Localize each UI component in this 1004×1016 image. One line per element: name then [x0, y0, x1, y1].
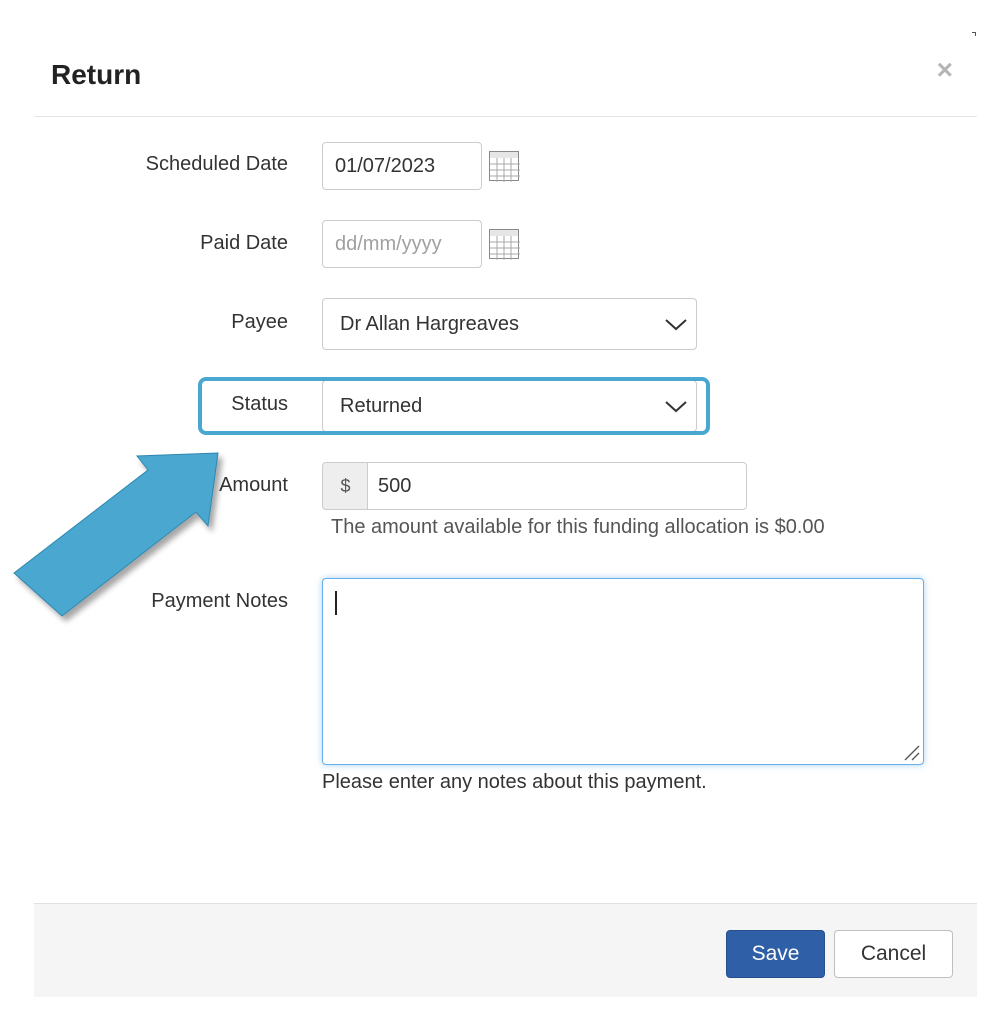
- paid-date-label: Paid Date: [200, 232, 288, 254]
- payment-notes-help-text: Please enter any notes about this paymen…: [322, 771, 707, 793]
- corner-mark: [972, 32, 976, 36]
- calendar-icon[interactable]: [489, 229, 520, 260]
- status-select[interactable]: Returned: [322, 380, 697, 432]
- payee-selected-value: Dr Allan Hargreaves: [340, 313, 519, 335]
- status-label: Status: [231, 393, 288, 415]
- payment-notes-label: Payment Notes: [151, 590, 288, 612]
- payment-notes-textarea[interactable]: [322, 578, 924, 765]
- chevron-down-icon: [665, 401, 687, 413]
- paid-date-input[interactable]: dd/mm/yyyy: [322, 220, 482, 268]
- status-selected-value: Returned: [340, 395, 423, 417]
- amount-help-text: The amount available for this funding al…: [331, 516, 825, 538]
- calendar-icon[interactable]: [489, 151, 520, 182]
- payee-select[interactable]: Dr Allan Hargreaves: [322, 298, 697, 350]
- dialog-title: Return: [51, 59, 142, 90]
- amount-input[interactable]: 500: [367, 462, 747, 510]
- close-icon[interactable]: ×: [937, 56, 953, 84]
- amount-label: Amount: [219, 474, 288, 496]
- scheduled-date-label: Scheduled Date: [145, 153, 288, 175]
- currency-addon: $: [322, 462, 368, 510]
- dialog-header: Return ×: [34, 30, 977, 117]
- dialog-footer: Save Cancel: [34, 903, 977, 997]
- chevron-down-icon: [665, 319, 687, 331]
- scheduled-date-input[interactable]: 01/07/2023: [322, 142, 482, 190]
- save-button[interactable]: Save: [726, 930, 825, 978]
- cancel-button[interactable]: Cancel: [834, 930, 953, 978]
- payee-label: Payee: [231, 311, 288, 333]
- text-caret: [335, 591, 337, 615]
- resize-grip-icon[interactable]: [902, 743, 920, 761]
